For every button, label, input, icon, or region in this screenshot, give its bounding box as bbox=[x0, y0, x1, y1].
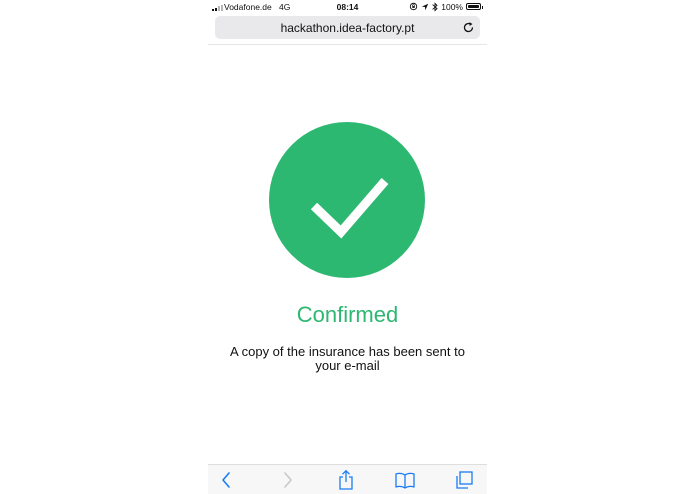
confirmation-title: Confirmed bbox=[296, 302, 399, 327]
checkmark-icon bbox=[310, 178, 389, 239]
reload-icon[interactable] bbox=[462, 21, 475, 34]
share-icon bbox=[339, 469, 353, 490]
forward-button[interactable] bbox=[276, 469, 298, 491]
confirmation-message: A copy of the insurance has been sent to… bbox=[230, 344, 465, 373]
header-divider bbox=[208, 44, 487, 45]
tabs-icon bbox=[456, 471, 473, 489]
status-icons: 100% bbox=[409, 1, 483, 12]
back-icon bbox=[222, 472, 230, 488]
success-circle bbox=[269, 122, 425, 278]
phone-screen: Vodafone.de 4G 08:14 100% hackathon.idea… bbox=[208, 0, 487, 494]
bookmarks-button[interactable] bbox=[394, 469, 416, 491]
back-button[interactable] bbox=[216, 469, 238, 491]
bookmarks-icon bbox=[395, 472, 415, 489]
bluetooth-icon bbox=[432, 1, 438, 12]
forward-icon bbox=[284, 472, 292, 488]
orientation-lock-icon bbox=[410, 2, 418, 11]
battery-icon bbox=[466, 3, 483, 10]
status-bar: Vodafone.de 4G 08:14 100% bbox=[208, 0, 487, 14]
battery-percentage: 100% bbox=[441, 1, 463, 12]
tabs-button[interactable] bbox=[453, 469, 475, 491]
share-button[interactable] bbox=[335, 469, 357, 491]
browser-toolbar bbox=[208, 464, 487, 494]
address-bar[interactable]: hackathon.idea-factory.pt bbox=[215, 16, 480, 39]
url-text[interactable]: hackathon.idea-factory.pt bbox=[215, 21, 480, 35]
location-icon bbox=[422, 3, 429, 10]
